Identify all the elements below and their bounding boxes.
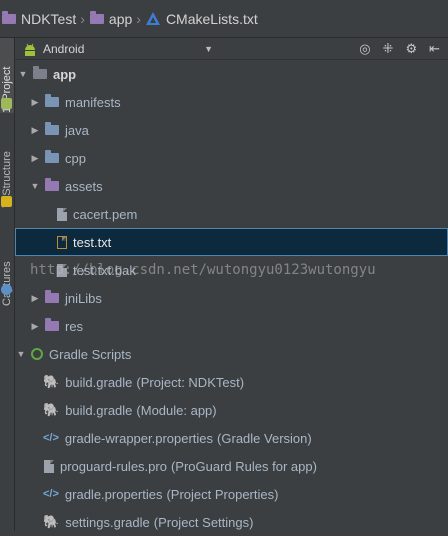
tree-item-label: cpp — [65, 150, 86, 166]
tree-item-extra: (Project Settings) — [153, 514, 254, 530]
collapsed-arrow-icon: ▶ — [31, 320, 39, 331]
tree-item-label: test.txt.bak — [73, 262, 136, 278]
tree-item-res[interactable]: ▶ res — [15, 312, 448, 340]
tree-item-label: res — [65, 318, 84, 334]
tree-item-cpp[interactable]: ▶ cpp — [15, 144, 448, 172]
properties-icon: </> — [43, 432, 59, 444]
tree-item-extra: (Project Properties) — [166, 486, 279, 502]
tree-item-cacert[interactable]: cacert.pem — [15, 200, 448, 228]
tree-item-label: cacert.pem — [73, 206, 138, 222]
project-tree: ▼ app ▶ manifests ▶ java ▶ cpp ▼ assets … — [15, 60, 448, 531]
text-file-icon — [57, 235, 67, 249]
folder-icon — [45, 122, 59, 135]
folder-icon — [45, 318, 59, 331]
file-icon — [57, 263, 67, 277]
breadcrumb-label: CMakeLists.txt — [165, 10, 258, 27]
tree-item-label: manifests — [65, 94, 121, 110]
tree-item-label: gradle-wrapper.properties — [64, 430, 214, 446]
tree-item-label: build.gradle — [65, 374, 133, 390]
folder-icon — [45, 290, 59, 303]
chevron-down-icon: ▼ — [204, 43, 213, 54]
folder-icon — [45, 178, 59, 191]
tree-item-extra: (Gradle Version) — [217, 430, 312, 446]
tree-item-assets[interactable]: ▼ assets — [15, 172, 448, 200]
gradle-elephant-icon: 🐘 — [43, 514, 60, 529]
tree-item-gradle-file[interactable]: 🐘 build.gradle (Project: NDKTest) — [15, 368, 448, 396]
tree-item-manifests[interactable]: ▶ manifests — [15, 88, 448, 116]
tree-item-extra: (Module: app) — [136, 402, 217, 418]
tree-item-label: test.txt — [73, 234, 112, 250]
project-panel-header: Android ▼ ◎ ⁜ ⚙ ⇤ — [15, 38, 448, 60]
collapsed-arrow-icon: ▶ — [31, 152, 39, 163]
breadcrumb-item-ndktest[interactable]: NDKTest — [2, 10, 77, 27]
breadcrumb-item-app[interactable]: app — [89, 10, 133, 27]
view-mode-label: Android — [43, 41, 85, 56]
tree-item-gradle-file[interactable]: </> gradle.properties (Project Propertie… — [15, 480, 448, 508]
hide-panel-icon[interactable]: ⇤ — [429, 41, 440, 57]
tree-item-test-txt[interactable]: test.txt — [15, 228, 448, 256]
folder-icon — [2, 10, 16, 24]
tree-item-label: build.gradle — [65, 402, 133, 418]
file-icon — [44, 459, 54, 473]
tree-item-label: gradle.properties — [64, 486, 163, 502]
android-icon — [1, 98, 12, 109]
tree-item-gradle-file[interactable]: 🐘 settings.gradle (Project Settings) — [15, 508, 448, 536]
cmake-icon — [145, 12, 160, 25]
tree-item-label: jniLibs — [65, 290, 102, 306]
breadcrumb-label: NDKTest — [21, 10, 77, 27]
tree-item-gradle-file[interactable]: 🐘 build.gradle (Module: app) — [15, 396, 448, 424]
tree-item-test-bak[interactable]: test.txt.bak — [15, 256, 448, 284]
breadcrumb: NDKTest › app › CMakeLists.txt — [0, 0, 448, 38]
tree-item-label: assets — [65, 178, 103, 194]
tree-item-extra: (Project: NDKTest) — [136, 374, 245, 390]
gradle-elephant-icon: 🐘 — [43, 374, 60, 389]
folder-icon — [45, 94, 59, 107]
tree-item-jnilibs[interactable]: ▶ jniLibs — [15, 284, 448, 312]
captures-icon — [1, 284, 12, 295]
tree-item-label: app — [53, 66, 77, 82]
file-icon — [57, 207, 67, 221]
expanded-arrow-icon: ▼ — [30, 181, 40, 191]
view-mode-selector[interactable]: Android ▼ — [23, 42, 213, 56]
folder-icon — [45, 150, 59, 163]
structure-icon — [1, 196, 12, 207]
gradle-scripts-icon — [31, 348, 43, 360]
tree-item-gradle-scripts[interactable]: ▼ Gradle Scripts — [15, 340, 448, 368]
tree-item-gradle-file[interactable]: </> gradle-wrapper.properties (Gradle Ve… — [15, 424, 448, 452]
collapse-all-icon[interactable]: ⁜ — [383, 41, 394, 57]
tree-item-app[interactable]: ▼ app — [15, 60, 448, 88]
tree-item-label: proguard-rules.pro — [60, 458, 167, 474]
chevron-right-icon: › — [80, 10, 85, 27]
breadcrumb-label: app — [108, 10, 133, 27]
collapsed-arrow-icon: ▶ — [31, 96, 39, 107]
expanded-arrow-icon: ▼ — [18, 69, 28, 79]
module-folder-icon — [33, 66, 47, 79]
folder-icon — [89, 10, 104, 24]
android-icon — [25, 43, 35, 56]
collapsed-arrow-icon: ▶ — [31, 292, 39, 303]
scroll-from-source-icon[interactable]: ◎ — [359, 41, 370, 57]
properties-icon: </> — [43, 488, 59, 500]
tree-item-label: java — [65, 122, 89, 138]
tree-item-java[interactable]: ▶ java — [15, 116, 448, 144]
tool-window-stripe: 1: Project 7: Structure Captures — [0, 38, 15, 531]
tree-item-gradle-file[interactable]: proguard-rules.pro (ProGuard Rules for a… — [15, 452, 448, 480]
tree-item-extra: (ProGuard Rules for app) — [170, 458, 317, 474]
breadcrumb-item-cmakelists[interactable]: CMakeLists.txt — [145, 10, 258, 27]
tree-item-label: Gradle Scripts — [49, 346, 132, 362]
gear-icon[interactable]: ⚙ — [405, 41, 417, 57]
expanded-arrow-icon: ▼ — [16, 349, 26, 359]
tree-item-label: settings.gradle — [65, 514, 150, 530]
gradle-elephant-icon: 🐘 — [43, 402, 60, 417]
collapsed-arrow-icon: ▶ — [31, 124, 39, 135]
chevron-right-icon: › — [136, 10, 141, 27]
